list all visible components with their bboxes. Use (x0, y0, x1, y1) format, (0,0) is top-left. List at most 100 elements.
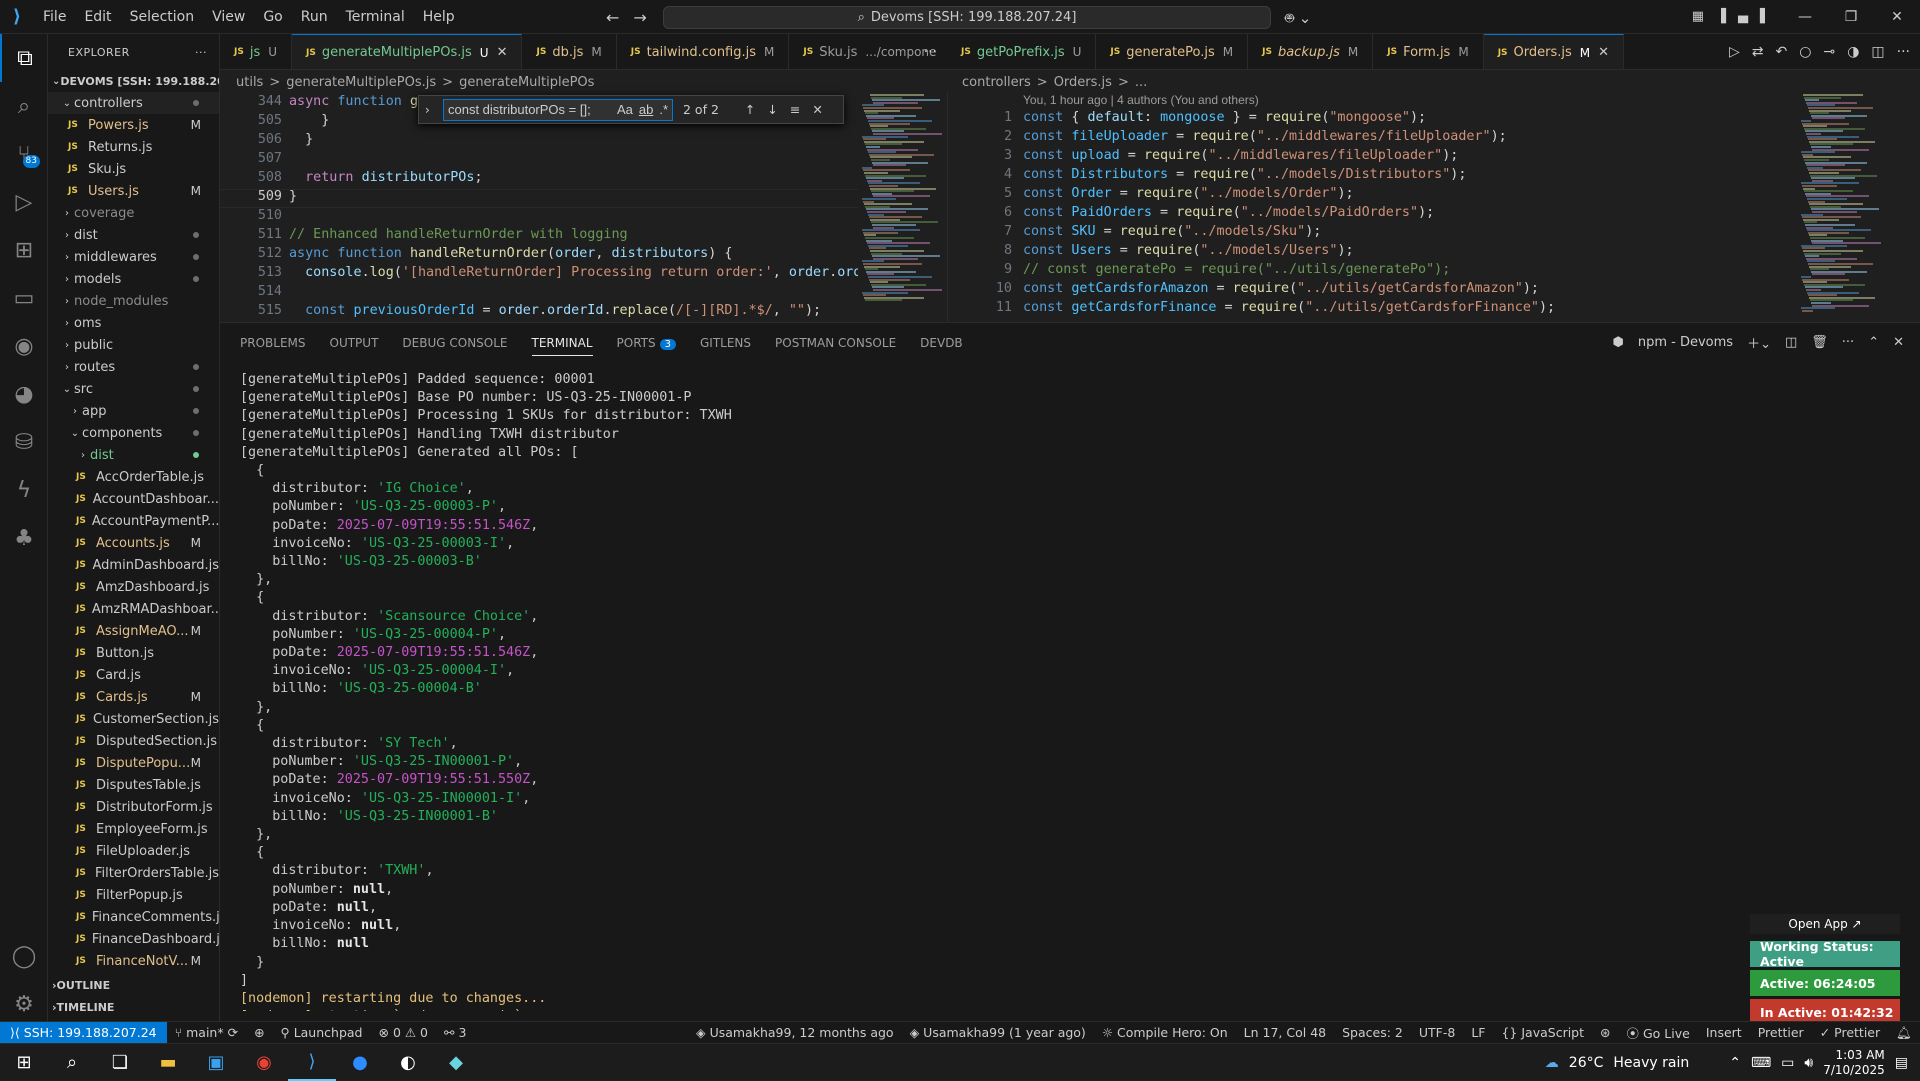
problems-indicator[interactable]: ⊗ 0 ⚠ 0 (370, 1025, 436, 1040)
minimize-icon[interactable]: — (1782, 9, 1828, 25)
panel-tab-debug-console[interactable]: DEBUG CONSOLE (402, 336, 507, 350)
code-line[interactable]: // Enhanced handleReturnOrder with loggi… (289, 227, 628, 242)
code-line[interactable]: async function handleReturnOrder(order, … (289, 246, 732, 261)
tree-file[interactable]: JS CustomerSection.js (48, 708, 219, 730)
tree-file[interactable]: JS AmzRMADashboar... (48, 598, 219, 620)
copilot-icon[interactable]: 🤖︎ ⌄ (1285, 8, 1311, 29)
tree-file[interactable]: JS Card.js (48, 664, 219, 686)
code-line[interactable]: const Distributors = require("../models/… (1023, 167, 1466, 182)
match-case-toggle[interactable]: Aa (617, 102, 633, 117)
tree-folder[interactable]: › node_modules (48, 290, 219, 312)
explorer-icon[interactable]: ⧉ (0, 34, 48, 82)
menu-view[interactable]: View (203, 9, 254, 25)
copilot-status-icon[interactable]: ⊛ (1592, 1025, 1618, 1040)
previous-match-icon[interactable]: ↑ (745, 102, 755, 117)
terminal-name[interactable]: npm - Devoms (1638, 335, 1733, 350)
insert-mode[interactable]: Insert (1698, 1025, 1750, 1040)
launchpad-indicator[interactable]: ⚲ Launchpad (273, 1025, 371, 1040)
postman-icon[interactable]: ◕ (0, 370, 48, 418)
code-line[interactable]: // const generatePo = require("../utils/… (1023, 262, 1450, 277)
prev-change-icon[interactable]: ○ (1799, 44, 1811, 60)
ports-indicator[interactable]: ⚯ 3 (436, 1025, 474, 1040)
tree-folder[interactable]: › coverage (48, 202, 219, 224)
left-minimap[interactable] (858, 92, 942, 322)
windows-start-icon[interactable]: ⊞ (0, 1044, 48, 1081)
breadcrumb-item[interactable]: utils (236, 75, 263, 90)
source-control-icon[interactable]: ⑂ 83 (0, 130, 48, 178)
forward-arrow-icon[interactable]: → (633, 8, 660, 27)
tree-file[interactable]: JS EmployeeForm.js (48, 818, 219, 840)
editor-tab[interactable]: JS generateMultiplePOs.js U ✕ (292, 34, 523, 69)
indentation[interactable]: Spaces: 2 (1334, 1025, 1411, 1040)
editor-tab[interactable]: JS backup.js M (1248, 34, 1374, 69)
clock[interactable]: 1:03 AM 7/10/2025 (1823, 1048, 1885, 1078)
network-icon[interactable]: ⌨ (1751, 1055, 1771, 1071)
timeline-section[interactable]: › TIMELINE (48, 996, 219, 1018)
close-find-icon[interactable]: ✕ (812, 102, 822, 117)
command-center[interactable]: ⌕ Devoms [SSH: 199.188.207.24] (663, 6, 1271, 29)
toggle-sidebar-icon[interactable]: ▐ (1716, 9, 1726, 24)
breadcrumb-item[interactable]: generateMultiplePOs.js (286, 75, 436, 90)
go-live-button[interactable]: ⦿ Go Live (1619, 1023, 1698, 1042)
code-line[interactable]: const getCardsforAmazon = require("../ut… (1023, 281, 1539, 296)
editor-tab[interactable]: JS Form.js M (1373, 34, 1484, 69)
menu-selection[interactable]: Selection (121, 9, 204, 25)
close-panel-icon[interactable]: ✕ (1893, 335, 1904, 350)
taskbar-search-icon[interactable]: ⌕ (48, 1044, 96, 1081)
account-icon[interactable]: ◯ (0, 932, 48, 980)
customize-layout-icon[interactable]: ▦ (1692, 9, 1704, 24)
tree-folder[interactable]: › routes (48, 356, 219, 378)
breadcrumb-item[interactable]: generateMultiplePOs (459, 75, 594, 90)
breadcrumb-item[interactable]: controllers (962, 75, 1031, 90)
gitlens-action-icon[interactable]: ◑ (1847, 44, 1859, 60)
menu-file[interactable]: File (34, 9, 75, 25)
tree-folder[interactable]: › models (48, 268, 219, 290)
tree-file[interactable]: JS AccOrderTable.js (48, 466, 219, 488)
code-line[interactable]: const Order = require("../models/Order")… (1023, 186, 1354, 201)
panel-tab-output[interactable]: OUTPUT (330, 336, 379, 350)
find-input[interactable]: const distributorPOs = []; Aa ab .* (443, 98, 673, 121)
tree-file[interactable]: JS FinanceComments.js (48, 906, 219, 928)
breadcrumb-item[interactable]: Orders.js (1054, 75, 1112, 90)
editor-tab[interactable]: JS js U (220, 34, 293, 69)
new-terminal-icon[interactable]: ＋⌄ (1747, 333, 1771, 352)
extensions-icon[interactable]: ⊞ (0, 226, 48, 274)
code-line[interactable]: const SKU = require("../models/Sku"); (1023, 224, 1321, 239)
editor-tab[interactable]: JS tailwind.config.js M (617, 34, 790, 69)
tree-file[interactable]: JS DisputePopu... M (48, 752, 219, 774)
panel-tab-terminal[interactable]: TERMINAL (531, 336, 593, 356)
tree-file[interactable]: JS FinanceNotV... M (48, 950, 219, 972)
panel-tab-gitlens[interactable]: GITLENS (700, 336, 751, 350)
breadcrumb-item[interactable]: ... (1135, 75, 1147, 90)
display-icon[interactable]: ▭ (1781, 1055, 1794, 1071)
app-icon[interactable]: ◐ (384, 1044, 432, 1081)
more-actions-icon[interactable]: ··· (924, 44, 937, 60)
codelens-blame[interactable]: You, 1 hour ago | 4 authors (You and oth… (1023, 93, 1259, 107)
close-tab-icon[interactable]: ✕ (497, 45, 508, 60)
right-editor[interactable]: You, 1 hour ago | 4 authors (You and oth… (947, 92, 1920, 322)
branch-indicator[interactable]: ⑂ main* ⟳ (167, 1025, 246, 1040)
tray-chevron-icon[interactable]: ⌃ (1729, 1055, 1741, 1071)
gitlens-status-icon[interactable]: ⊕ (246, 1025, 272, 1040)
terminal-output[interactable]: [generateMultiplePOs] Padded sequence: 0… (240, 371, 1890, 1011)
remote-explorer-icon[interactable]: ▭ (0, 274, 48, 322)
toggle-panel-icon[interactable]: ▄ (1738, 9, 1748, 24)
tree-folder[interactable]: › app (48, 400, 219, 422)
menu-terminal[interactable]: Terminal (337, 9, 414, 25)
editor-tab[interactable]: JS db.js M (522, 34, 617, 69)
more-actions-icon[interactable]: ··· (1897, 44, 1910, 60)
code-line[interactable]: async function g (289, 94, 418, 109)
tree-file[interactable]: JS Sku.js (48, 158, 219, 180)
panel-tab-devdb[interactable]: DEVDB (920, 336, 963, 350)
regex-toggle[interactable]: .* (659, 102, 668, 117)
volume-icon[interactable]: 🔊︎ (1804, 1055, 1813, 1071)
store-icon[interactable]: ▣ (192, 1044, 240, 1081)
tree-folder[interactable]: › dist (48, 224, 219, 246)
find-in-selection-icon[interactable]: ≡ (790, 102, 800, 117)
code-line[interactable]: } (289, 113, 329, 128)
compare-changes-icon[interactable]: ⇄ (1752, 44, 1764, 60)
weather-icon[interactable]: ☁ (1545, 1055, 1559, 1071)
run-icon[interactable]: ▷ (1729, 44, 1740, 60)
toggle-replace-icon[interactable]: › (425, 103, 430, 117)
code-line[interactable]: const previousOrderId = order.orderId.re… (289, 303, 821, 318)
